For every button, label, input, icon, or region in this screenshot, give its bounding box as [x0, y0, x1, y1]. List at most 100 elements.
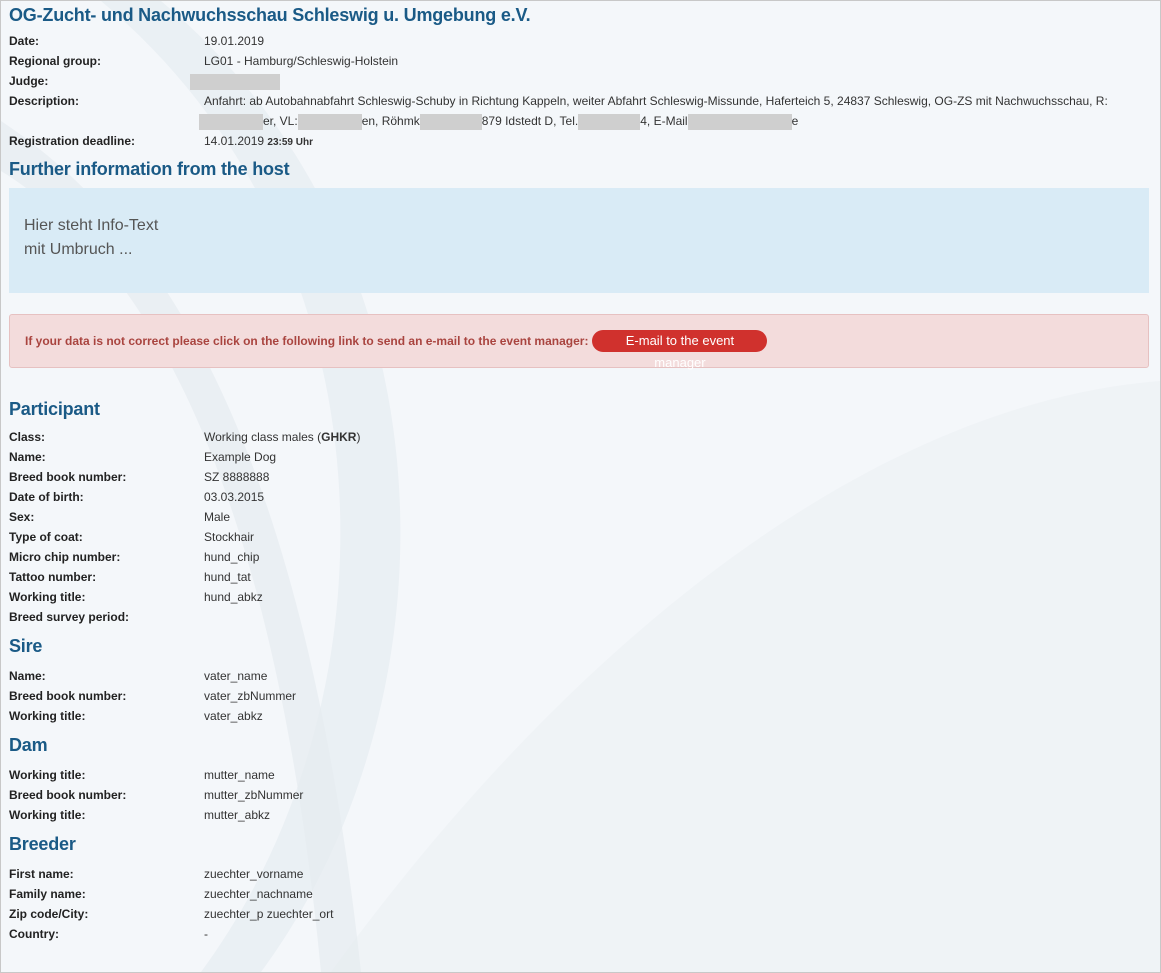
host-info-box: Hier steht Info-Text mit Umbruch ... — [9, 188, 1149, 293]
deadline-time: 23:59 Uhr — [267, 137, 313, 148]
sire-field-value: vater_name — [204, 669, 268, 683]
participant-field-value — [204, 607, 1150, 627]
participant-field-value: hund_tat — [204, 570, 251, 584]
regional-group-row: Regional group: LG01 - Hamburg/Schleswig… — [9, 51, 1150, 71]
breeder-row: First name: zuechter_vorname — [9, 864, 1150, 884]
participant-field-label: Micro chip number: — [9, 550, 121, 564]
participant-row: Class: Working class males (GHKR) — [9, 427, 1150, 447]
redacted-email — [687, 113, 792, 130]
dam-section: Working title: mutter_name Breed book numb… — [9, 765, 1150, 825]
description-part-2: en, Röhmk — [361, 114, 420, 128]
description-part-4: 4, E-Mail — [640, 114, 688, 128]
participant-field-value: Working class males (GHKR) — [204, 427, 1150, 447]
dam-field-value: mutter_name — [204, 768, 275, 782]
email-event-manager-button[interactable]: E-mail to the event manager — [592, 330, 768, 370]
description-part-3: 879 Idstedt D, Tel. — [481, 114, 579, 128]
breeder-field-value: - — [204, 927, 208, 941]
sire-row: Breed book number: vater_zbNummer — [9, 686, 1150, 706]
participant-field-label: Breed book number: — [9, 470, 127, 484]
redacted-name — [199, 113, 263, 130]
redacted-phone — [578, 113, 641, 130]
breeder-field-value: zuechter_vorname — [204, 867, 304, 881]
participant-heading: Participant — [9, 399, 100, 419]
participant-field-label: Class: — [9, 430, 46, 444]
page-frame: OG-Zucht- und Nachwuchsschau Schleswig u… — [0, 0, 1161, 973]
class-value-close: ) — [356, 430, 361, 444]
regional-group-value: LG01 - Hamburg/Schleswig-Holstein — [204, 54, 399, 68]
sire-row: Name: vater_name — [9, 666, 1150, 686]
dam-heading: Dam — [9, 735, 48, 755]
redacted-address — [419, 113, 482, 130]
participant-field-label: Name: — [9, 450, 46, 464]
dam-row: Breed book number: mutter_zbNummer — [9, 785, 1150, 805]
host-info-line-1: Hier steht Info-Text — [24, 217, 159, 234]
judge-value — [190, 71, 1150, 91]
participant-field-label: Breed survey period: — [9, 610, 130, 624]
breeder-section: First name: zuechter_vorname Family name: z… — [9, 864, 1150, 944]
description-part-1: er, VL: — [263, 114, 298, 128]
dam-row: Working title: mutter_abkz — [9, 805, 1150, 825]
participant-field-value: 03.03.2015 — [204, 490, 265, 504]
description-line-1: Anfahrt: ab Autobahnabfahrt Schleswig-Sc… — [204, 94, 1108, 108]
breeder-field-label: First name: — [9, 867, 74, 881]
redacted-judge — [190, 73, 280, 90]
breeder-row: Zip code/City: zuechter_p zuechter_ort — [9, 904, 1150, 924]
event-date-row: Date: 19.01.2019 — [9, 31, 1150, 51]
alert-text: If your data is not correct please click… — [25, 334, 589, 348]
host-info-heading: Further information from the host — [9, 159, 290, 179]
sire-field-label: Breed book number: — [9, 689, 127, 703]
participant-row: Type of coat: Stockhair — [9, 527, 1150, 547]
participant-field-value: Example Dog — [204, 450, 277, 464]
sire-field-value: vater_abkz — [204, 709, 263, 723]
class-value-text: Working class males ( — [204, 430, 322, 444]
participant-field-value: SZ 8888888 — [204, 470, 270, 484]
participant-row: Breed book number: SZ 8888888 — [9, 467, 1150, 487]
event-title: OG-Zucht- und Nachwuchsschau Schleswig u… — [9, 5, 531, 25]
dam-field-label: Working title: — [9, 808, 86, 822]
sire-field-label: Working title: — [9, 709, 86, 723]
participant-field-label: Date of birth: — [9, 490, 84, 504]
date-label: Date: — [9, 34, 40, 48]
deadline-label: Registration deadline: — [9, 134, 136, 148]
dam-field-label: Working title: — [9, 768, 86, 782]
judge-row: Judge: — [9, 71, 1150, 91]
sire-field-label: Name: — [9, 669, 46, 683]
participant-row: Working title: hund_abkz — [9, 587, 1150, 607]
description-part-5: e — [791, 114, 799, 128]
breeder-field-value: zuechter_nachname — [204, 887, 313, 901]
breeder-row: Family name: zuechter_nachname — [9, 884, 1150, 904]
sire-field-value: vater_zbNummer — [204, 689, 297, 703]
participant-field-label: Tattoo number: — [9, 570, 97, 584]
sire-section: Name: vater_name Breed book number: vater_z… — [9, 666, 1150, 726]
breeder-heading: Breeder — [9, 834, 76, 854]
participant-row: Tattoo number: hund_tat — [9, 567, 1150, 587]
dam-field-label: Breed book number: — [9, 788, 127, 802]
participant-row: Breed survey period: — [9, 607, 1150, 627]
data-correction-alert: If your data is not correct please click… — [9, 314, 1149, 370]
dam-field-value: mutter_zbNummer — [204, 788, 304, 802]
deadline-value: 14.01.2019 23:59 Uhr — [204, 131, 1150, 153]
sire-row: Working title: vater_abkz — [9, 706, 1150, 726]
participant-row: Micro chip number: hund_chip — [9, 547, 1150, 567]
participant-field-label: Working title: — [9, 590, 86, 604]
description-row: Description: Anfahrt: ab Autobahnabfahrt… — [9, 91, 1150, 131]
participant-row: Date of birth: 03.03.2015 — [9, 487, 1150, 507]
regional-group-label: Regional group: — [9, 54, 101, 68]
description-label: Description: — [9, 94, 80, 108]
sire-heading: Sire — [9, 636, 43, 656]
deadline-date: 14.01.2019 — [204, 134, 265, 148]
participant-field-label: Type of coat: — [9, 530, 83, 544]
class-code: GHKR — [321, 430, 357, 444]
main-content: OG-Zucht- und Nachwuchsschau Schleswig u… — [1, 1, 1150, 944]
dam-field-value: mutter_abkz — [204, 808, 271, 822]
participant-row: Sex: Male — [9, 507, 1150, 527]
host-info-line-2: mit Umbruch ... — [24, 241, 133, 258]
participant-field-label: Sex: — [9, 510, 35, 524]
date-value: 19.01.2019 — [204, 34, 265, 48]
redacted-vl — [297, 113, 362, 130]
participant-field-value: hund_abkz — [204, 590, 263, 604]
participant-field-value: Stockhair — [204, 530, 255, 544]
breeder-field-value: zuechter_p zuechter_ort — [204, 907, 334, 921]
description-value: Anfahrt: ab Autobahnabfahrt Schleswig-Sc… — [199, 91, 1150, 131]
participant-field-value: hund_chip — [204, 550, 260, 564]
